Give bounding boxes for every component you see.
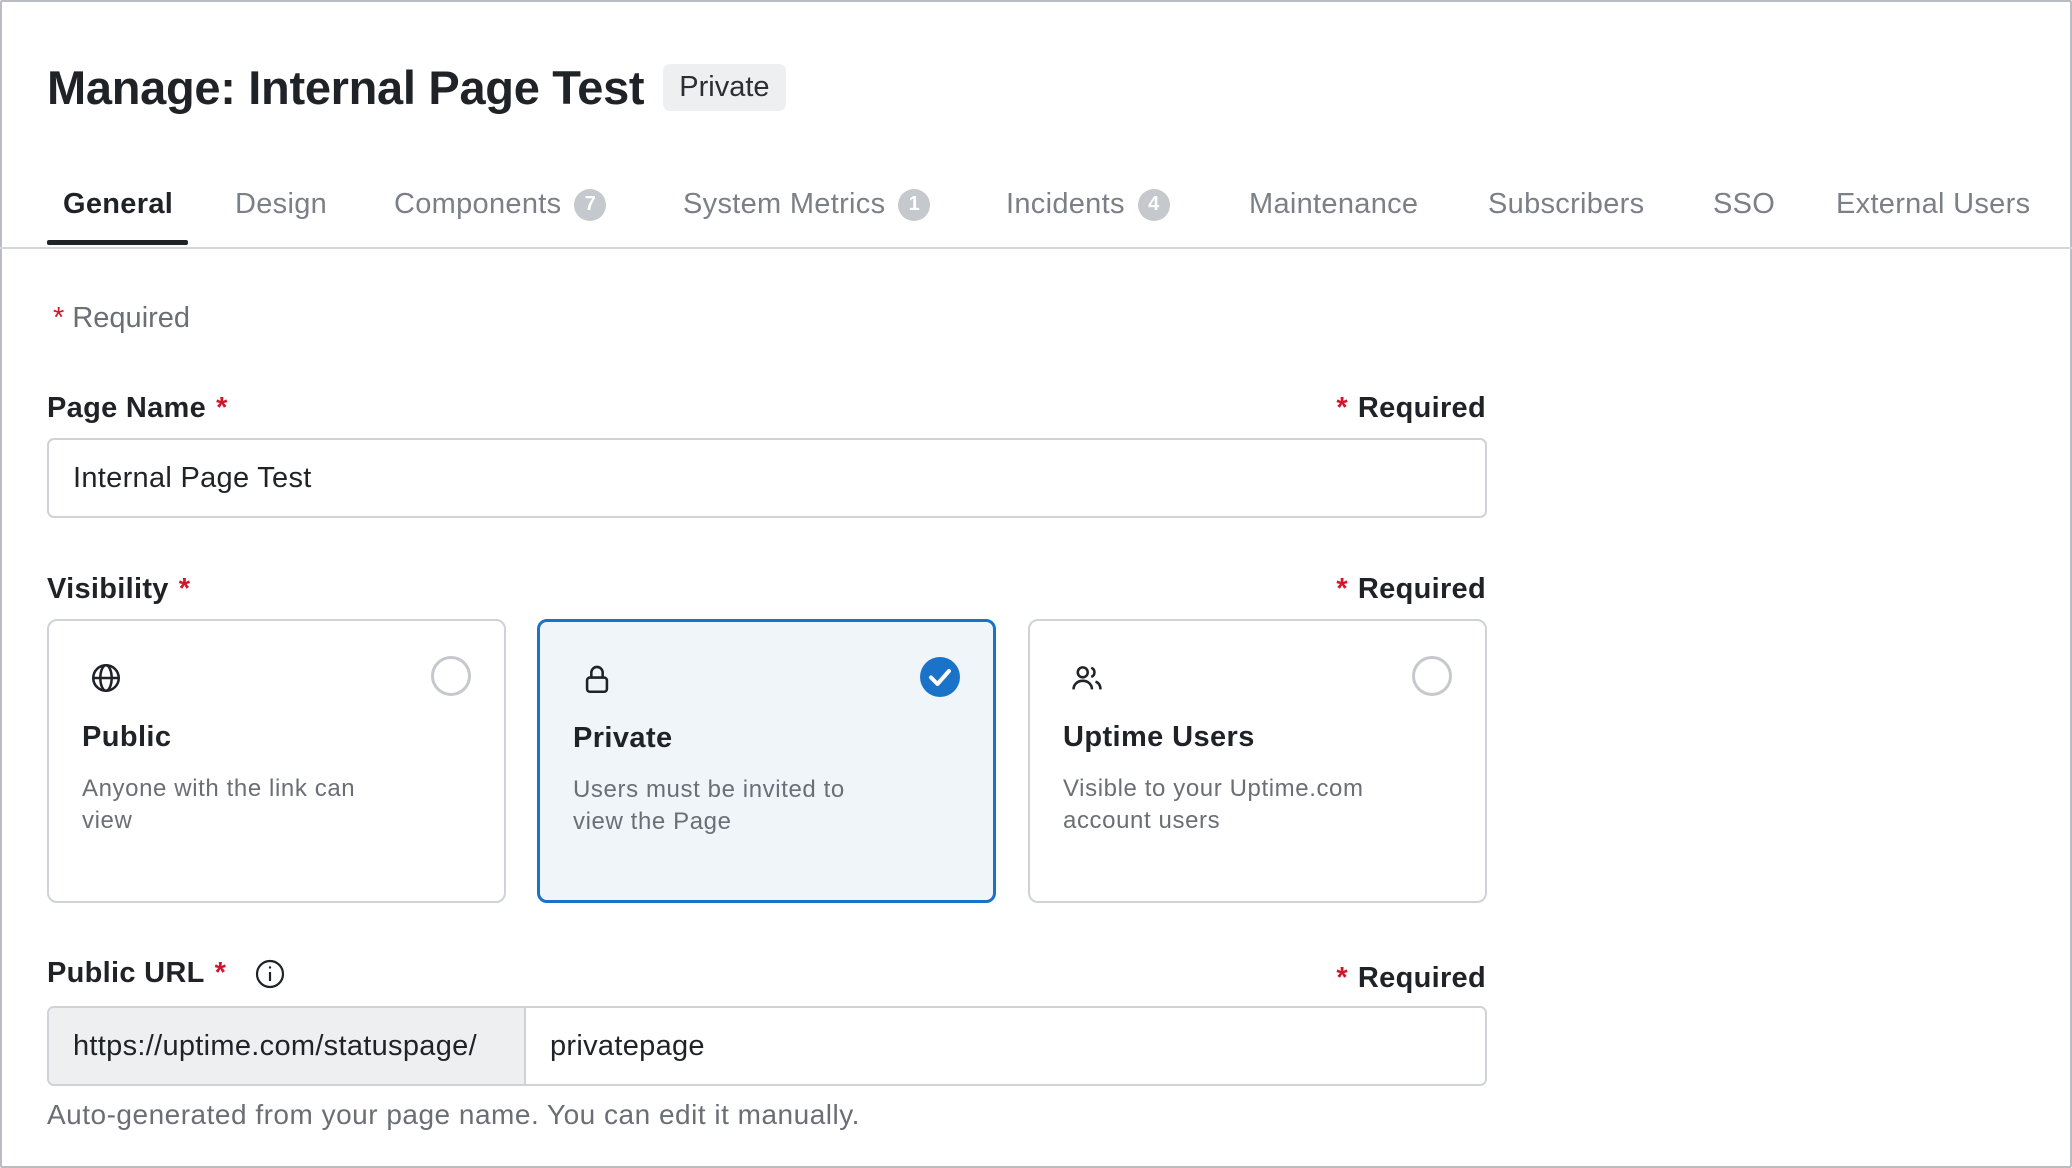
- page-title: Manage: Internal Page Test: [47, 61, 645, 114]
- required-star: *: [178, 573, 191, 605]
- tab-bar: General Design Components 7 System Metri…: [0, 160, 2072, 249]
- visibility-required-indicator: * Required: [1336, 573, 1486, 606]
- tab-count-badge: 4: [1137, 188, 1170, 221]
- required-legend-text: Required: [72, 302, 191, 334]
- public-url-label-text: Public URL: [47, 957, 205, 989]
- tab-count-badge: 1: [898, 188, 931, 221]
- radio-button-checked[interactable]: [920, 657, 960, 697]
- page-name-input[interactable]: [47, 438, 1487, 518]
- tab-design[interactable]: Design: [235, 160, 327, 249]
- tab-label: SSO: [1713, 188, 1776, 220]
- tab-label: General: [63, 188, 174, 220]
- visibility-option-public[interactable]: Public Anyone with the link can view: [47, 619, 506, 903]
- required-star: *: [1336, 962, 1348, 994]
- visibility-badge: Private: [663, 64, 786, 111]
- required-text: Required: [1357, 392, 1486, 424]
- option-description: Visible to your Uptime.com account users: [1063, 775, 1364, 834]
- tab-system-metrics[interactable]: System Metrics 1: [683, 160, 931, 249]
- visibility-option-private[interactable]: Private Users must be invited to view th…: [537, 619, 996, 903]
- tab-subscribers[interactable]: Subscribers: [1488, 160, 1644, 249]
- tab-label: Design: [235, 188, 328, 220]
- lock-icon: [585, 665, 609, 694]
- public-url-label: Public URL *: [47, 957, 286, 990]
- required-text: Required: [1357, 962, 1486, 994]
- required-star: *: [216, 392, 228, 424]
- visibility-option-uptime-users[interactable]: Uptime Users Visible to your Uptime.com …: [1028, 619, 1487, 903]
- checkmark-icon: [929, 669, 951, 686]
- required-legend: * Required: [53, 302, 190, 335]
- radio-button[interactable]: [1412, 656, 1452, 696]
- page-name-label-text: Page Name: [47, 392, 207, 424]
- active-tab-indicator: [47, 240, 188, 245]
- info-icon[interactable]: [254, 958, 286, 990]
- page-name-label: Page Name *: [47, 392, 228, 425]
- required-star: *: [1336, 573, 1348, 605]
- tab-label: External Users: [1836, 188, 2031, 220]
- option-description: Anyone with the link can view: [82, 775, 356, 834]
- globe-icon: [91, 663, 121, 693]
- tab-label: Incidents: [1006, 188, 1125, 220]
- tab-incidents[interactable]: Incidents 4: [1006, 160, 1170, 249]
- option-title: Public: [82, 721, 172, 753]
- page-header: Manage: Internal Page Test Private: [47, 60, 786, 115]
- option-title: Private: [573, 722, 673, 754]
- required-text: Required: [1357, 573, 1486, 605]
- url-prefix: https://uptime.com/statuspage/: [49, 1008, 526, 1084]
- option-description: Users must be invited to view the Page: [573, 776, 845, 835]
- tab-sso[interactable]: SSO: [1713, 160, 1775, 249]
- page-name-required-indicator: * Required: [1336, 392, 1486, 425]
- public-url-input-group: https://uptime.com/statuspage/: [47, 1006, 1487, 1086]
- required-star: *: [1336, 392, 1348, 424]
- tab-components[interactable]: Components 7: [394, 160, 607, 249]
- tab-count-badge: 7: [574, 188, 607, 221]
- tab-label: Maintenance: [1249, 188, 1419, 220]
- tab-external-users[interactable]: External Users: [1836, 160, 2030, 249]
- users-icon: [1072, 666, 1102, 690]
- visibility-label: Visibility *: [47, 573, 190, 606]
- tab-label: System Metrics: [683, 188, 886, 220]
- public-url-help-text: Auto-generated from your page name. You …: [47, 1099, 860, 1130]
- required-star: *: [53, 302, 65, 334]
- tab-maintenance[interactable]: Maintenance: [1249, 160, 1418, 249]
- option-title: Uptime Users: [1063, 721, 1255, 753]
- radio-button[interactable]: [431, 656, 471, 696]
- tab-label: Subscribers: [1488, 188, 1645, 220]
- tab-general[interactable]: General: [63, 160, 173, 249]
- required-star: *: [214, 957, 227, 989]
- tab-label: Components: [394, 188, 562, 220]
- public-url-required-indicator: * Required: [1336, 962, 1486, 995]
- public-url-slug-input[interactable]: [526, 1008, 1485, 1084]
- visibility-label-text: Visibility: [47, 573, 169, 605]
